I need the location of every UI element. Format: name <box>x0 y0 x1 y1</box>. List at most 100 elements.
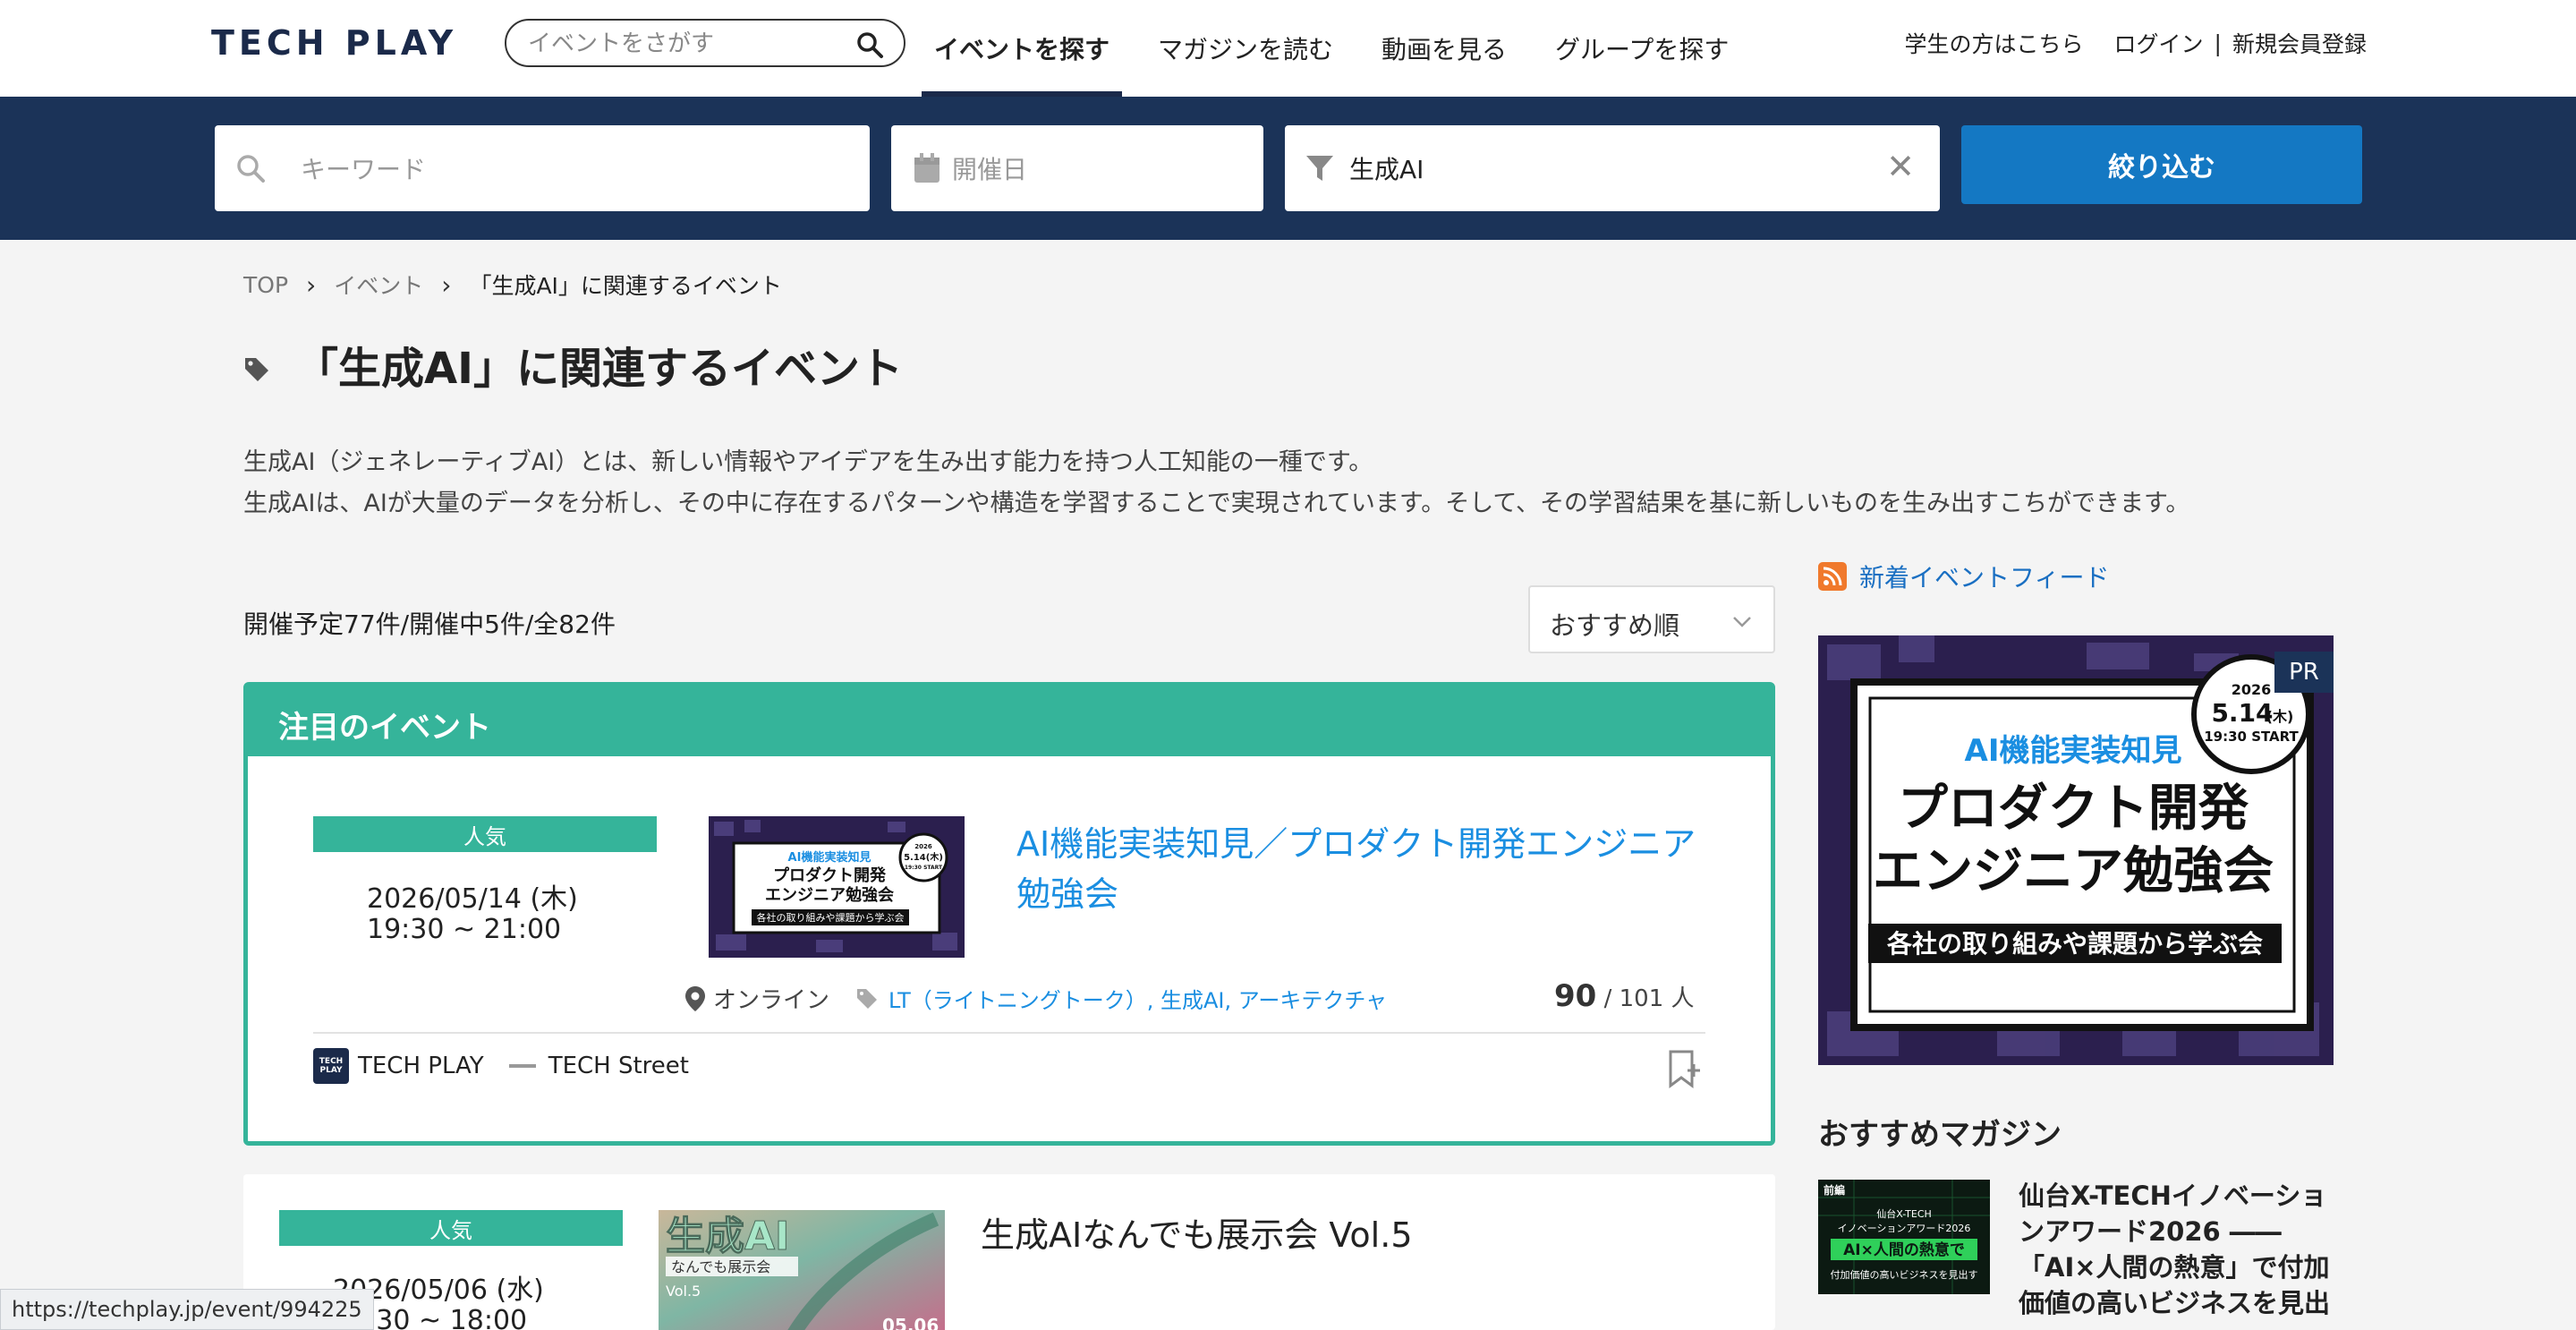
pr-banner-art: AI機能実装知見 プロダクト開発 エンジニア勉強会 各社の取り組みや課題から学ぶ… <box>1818 635 2334 1065</box>
thumb-stamp-time: 19:30 START <box>905 865 943 871</box>
thumb-top-text: AI機能実装知見 <box>788 850 871 865</box>
nav-find-groups[interactable]: グループを探す <box>1543 0 1741 97</box>
event-thumbnail[interactable]: 生成AI なんでも展示会 Vol.5 05.06 <box>659 1210 945 1330</box>
thumb-line-2: エンジニア勉強会 <box>765 885 894 905</box>
thumb-vol: Vol.5 <box>666 1283 701 1300</box>
tag-icon <box>857 988 878 1009</box>
location-pin-icon <box>685 985 705 1011</box>
ad-bottom-text: 各社の取り組みや課題から学ぶ会 <box>1886 929 2263 959</box>
page-title: 「生成AI」に関連するイベント <box>243 333 903 396</box>
magazine-title[interactable]: 仙台X-TECHイノベーションアワード2026 ――「AI×人間の熱意」で付加価… <box>2019 1178 2332 1321</box>
description-line-1: 生成AI（ジェネレーティブAI）とは、新しい情報やアイデアを生み出す能力を持つ人… <box>243 448 1373 476</box>
nav-read-magazine[interactable]: マガジンを読む <box>1145 0 1346 97</box>
filter-icon <box>1306 156 1333 181</box>
magazine-thumb-line-2: イノベーションアワード2026 <box>1838 1223 1971 1234</box>
event-feed-label: 新着イベントフィード <box>1859 563 2110 593</box>
search-icon <box>237 155 265 183</box>
login-link[interactable]: ログイン <box>2114 27 2204 59</box>
event-time: 19:30 ~ 21:00 <box>367 914 562 945</box>
nav-watch-videos[interactable]: 動画を見る <box>1369 0 1519 97</box>
event-capacity: 90 / 101 人 <box>1554 978 1695 1014</box>
featured-heading: 注目のイベント <box>248 686 1771 756</box>
nav-find-events[interactable]: イベントを探す <box>922 0 1123 97</box>
magazine-thumbnail-art: 前編 仙台X-TECH イノベーションアワード2026 AI×人間の熱意で 付加… <box>1818 1180 1990 1294</box>
rss-icon <box>1818 562 1847 591</box>
search-icon[interactable] <box>855 30 884 59</box>
event-thumbnail[interactable]: AI機能実装知見 プロダクト開発 エンジニア勉強会 各社の取り組みや課題から学ぶ… <box>709 816 965 958</box>
popular-badge: 人気 <box>279 1210 623 1246</box>
page-heading: 「生成AI」に関連するイベント <box>295 344 904 394</box>
thumb-stamp-year: 2026 <box>914 843 932 850</box>
register-link[interactable]: 新規会員登録 <box>2232 27 2367 59</box>
chevron-down-icon <box>1733 617 1751 627</box>
sort-select[interactable]: おすすめ順 <box>1528 585 1775 653</box>
ad-stamp-time: 19:30 START <box>2204 729 2299 745</box>
capacity-current: 90 <box>1554 978 1597 1014</box>
breadcrumb-current: 「生成AI」に関連するイベント <box>469 273 782 299</box>
date-field[interactable]: 開催日 <box>891 125 1263 211</box>
keyword-placeholder: キーワード <box>301 155 427 184</box>
header-search[interactable] <box>505 19 905 67</box>
card-divider <box>313 1032 1705 1034</box>
status-bar-url: https://techplay.jp/event/994225 <box>0 1289 374 1330</box>
featured-events: 注目のイベント 人気 2026/05/14 (木) 19:30 ~ 21:00 … <box>243 682 1775 1146</box>
breadcrumb-top[interactable]: TOP <box>243 272 288 298</box>
site-header: TECH PLAY イベントを探す マガジンを読む 動画を見る グループを探す … <box>0 0 2576 97</box>
event-thumbnail-art: AI機能実装知見 プロダクト開発 エンジニア勉強会 各社の取り組みや課題から学ぶ… <box>709 816 965 958</box>
keyword-field[interactable]: キーワード <box>215 125 870 211</box>
tag-value: 生成AI <box>1349 155 1424 184</box>
thumb-line-1: プロダクト開発 <box>773 865 887 885</box>
link-separator: | <box>2214 30 2222 56</box>
organizer-techplay[interactable]: TECH PLAY <box>358 1053 484 1079</box>
tag-description: 生成AI（ジェネレーティブAI）とは、新しい情報やアイデアを生み出す能力を持つ人… <box>243 442 2189 524</box>
capacity-total: / 101 人 <box>1596 985 1695 1012</box>
event-thumbnail-art: 生成AI なんでも展示会 Vol.5 05.06 <box>659 1210 945 1330</box>
sort-value: おすすめ順 <box>1550 610 1680 641</box>
popular-badge: 人気 <box>313 816 657 852</box>
techplay-org-logo: TECH PLAY <box>313 1048 349 1084</box>
event-tags[interactable]: LT（ライトニングトーク）, 生成AI, アーキテクチャ <box>888 983 1387 1014</box>
breadcrumb: TOP › イベント › 「生成AI」に関連するイベント <box>243 269 782 301</box>
event-title[interactable]: 生成AIなんでも展示会 Vol.5 <box>981 1210 1413 1260</box>
ad-stamp-year: 2026 <box>2232 681 2272 698</box>
bookmark-add-icon[interactable] <box>1667 1050 1703 1091</box>
clear-icon[interactable]: ✕ <box>1886 147 1915 186</box>
calendar-icon <box>914 153 939 183</box>
event-location: オンライン <box>713 987 830 1014</box>
ad-top-text: AI機能実装知見 <box>1965 733 2182 769</box>
header-search-input[interactable] <box>528 28 832 60</box>
tag-icon <box>245 358 268 381</box>
magazine-thumb-tag: 前編 <box>1824 1183 1845 1197</box>
magazine-heading: おすすめマガジン <box>1818 1117 2062 1153</box>
main-nav: イベントを探す マガジンを読む 動画を見る グループを探す <box>922 0 1741 97</box>
ad-stamp-date: 5.14 <box>2211 698 2273 728</box>
students-link[interactable]: 学生の方はこちら <box>1905 27 2084 59</box>
thumb-date: 05.06 <box>882 1315 939 1330</box>
ad-stamp-dow: (木) <box>2266 708 2294 725</box>
breadcrumb-events[interactable]: イベント <box>334 269 423 301</box>
thumb-title: 生成AI <box>666 1214 789 1259</box>
magazine-thumb-line-1: 仙台X-TECH <box>1876 1207 1932 1220</box>
event-title[interactable]: AI機能実装知見／プロダクト開発エンジニア勉強会 <box>1016 819 1723 919</box>
pr-banner[interactable]: AI機能実装知見 プロダクト開発 エンジニア勉強会 各社の取り組みや課題から学ぶ… <box>1818 635 2334 1065</box>
event-feed-link[interactable]: 新着イベントフィード <box>1818 558 2109 594</box>
ad-line-2: エンジニア勉強会 <box>1873 842 2274 900</box>
thumb-subtitle: なんでも展示会 <box>671 1258 770 1275</box>
techplay-logo[interactable]: TECH PLAY <box>211 23 457 63</box>
event-date: 2026/05/14 (木) <box>367 883 578 915</box>
event-counts: 開催予定77件/開催中5件/全82件 <box>243 610 616 639</box>
pr-badge: PR <box>2274 652 2334 693</box>
organizer-techstreet[interactable]: TECH Street <box>548 1053 689 1079</box>
ad-line-1: プロダクト開発 <box>1898 780 2249 838</box>
description-line-2: 生成AIは、AIが大量のデータを分析し、その中に存在するパターンや構造を学習する… <box>243 490 2190 517</box>
apply-filter-button[interactable]: 絞り込む <box>1961 125 2362 204</box>
tag-field[interactable]: 生成AI ✕ <box>1285 125 1940 211</box>
chevron-right-icon: › <box>441 269 452 300</box>
event-card: 人気 2026/05/06 (水) 12:30 ~ 18:00 生成AI なんで… <box>243 1174 1775 1330</box>
chevron-right-icon: › <box>306 269 317 300</box>
filter-bar: キーワード 開催日 生成AI ✕ 絞り込む <box>0 97 2576 240</box>
magazine-thumb-line-3: AI×人間の熱意で <box>1843 1240 1965 1259</box>
header-account-links: 学生の方はこちら ログイン | 新規会員登録 <box>1905 27 2367 59</box>
magazine-thumbnail[interactable]: 前編 仙台X-TECH イノベーションアワード2026 AI×人間の熱意で 付加… <box>1818 1180 1990 1294</box>
thumb-bottom-text: 各社の取り組みや課題から学ぶ会 <box>757 911 905 924</box>
